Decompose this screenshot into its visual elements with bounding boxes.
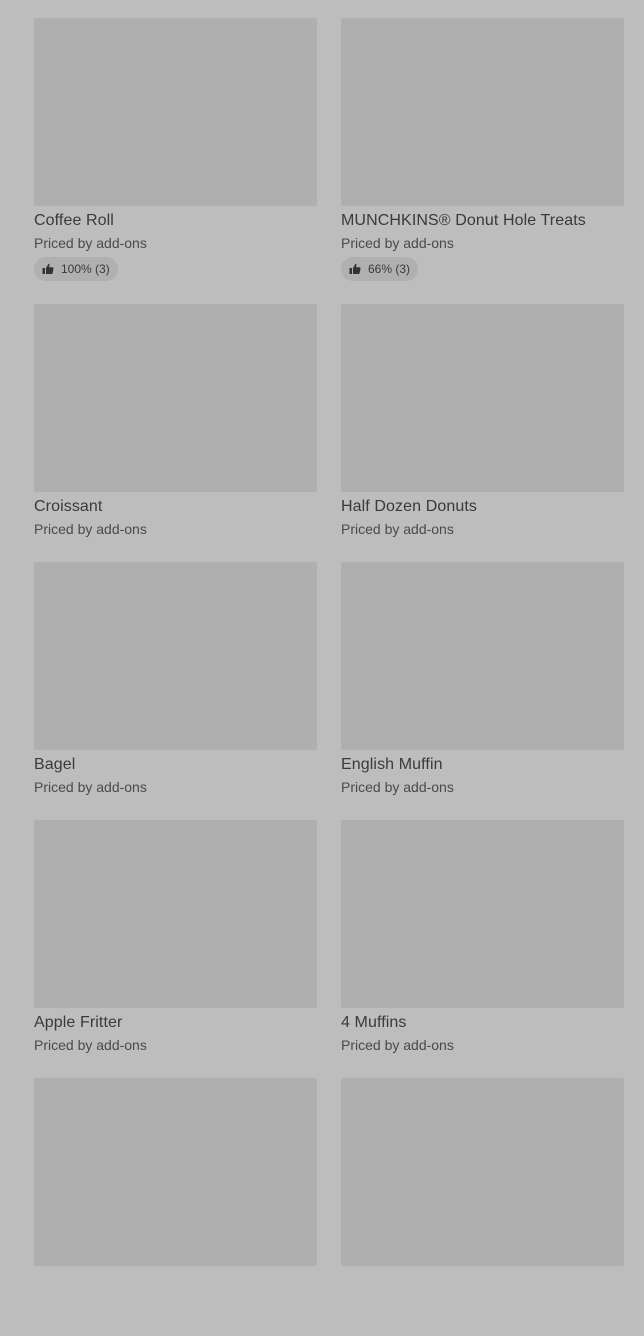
item-name: Apple Fritter bbox=[34, 1014, 123, 1031]
item-price: Priced by add-ons bbox=[34, 779, 147, 795]
item-name: English Muffin bbox=[341, 756, 443, 773]
item-image[interactable] bbox=[341, 820, 624, 1008]
rating-text: 66% (3) bbox=[368, 262, 411, 276]
item-name: Coffee Roll bbox=[34, 212, 114, 229]
item-name: Bagel bbox=[34, 756, 76, 773]
item-price: Priced by add-ons bbox=[34, 235, 147, 251]
item-image[interactable] bbox=[34, 820, 317, 1008]
menu-item-4-muffins[interactable]: 4 Muffins Priced by add-ons bbox=[341, 820, 624, 1078]
menu-item-munchkins[interactable]: MUNCHKINS® Donut Hole Treats Priced by a… bbox=[341, 18, 624, 304]
thumbs-up-icon bbox=[349, 263, 361, 274]
item-price: Priced by add-ons bbox=[34, 1037, 147, 1053]
item-price: Priced by add-ons bbox=[341, 521, 454, 537]
item-price: Priced by add-ons bbox=[341, 1037, 454, 1053]
menu-item-english-muffin[interactable]: English Muffin Priced by add-ons bbox=[341, 562, 624, 820]
item-name: Half Dozen Donuts bbox=[341, 498, 477, 515]
menu-item-bagel[interactable]: Bagel Priced by add-ons bbox=[34, 562, 317, 820]
menu-item-partial-right[interactable] bbox=[341, 1078, 624, 1336]
thumbs-up-icon bbox=[42, 263, 54, 274]
menu-item-apple-fritter[interactable]: Apple Fritter Priced by add-ons bbox=[34, 820, 317, 1078]
item-image[interactable] bbox=[341, 304, 624, 492]
item-price: Priced by add-ons bbox=[341, 235, 454, 251]
item-image[interactable] bbox=[34, 1078, 317, 1266]
item-image[interactable] bbox=[34, 562, 317, 750]
menu-item-croissant[interactable]: Croissant Priced by add-ons bbox=[34, 304, 317, 562]
item-image[interactable] bbox=[341, 18, 624, 206]
rating-badge: 66% (3) bbox=[341, 257, 419, 281]
item-price: Priced by add-ons bbox=[341, 779, 454, 795]
menu-item-grid: Coffee Roll Priced by add-ons 100% (3) M… bbox=[34, 18, 624, 1336]
rating-badge: 100% (3) bbox=[34, 257, 118, 281]
menu-item-half-dozen-donuts[interactable]: Half Dozen Donuts Priced by add-ons bbox=[341, 304, 624, 562]
menu-item-partial-left[interactable] bbox=[34, 1078, 317, 1336]
item-name: 4 Muffins bbox=[341, 1014, 407, 1031]
menu-item-coffee-roll[interactable]: Coffee Roll Priced by add-ons 100% (3) bbox=[34, 18, 317, 304]
item-image[interactable] bbox=[341, 562, 624, 750]
item-image[interactable] bbox=[341, 1078, 624, 1266]
item-price: Priced by add-ons bbox=[34, 521, 147, 537]
item-image[interactable] bbox=[34, 304, 317, 492]
rating-text: 100% (3) bbox=[61, 262, 110, 276]
item-name: Croissant bbox=[34, 498, 103, 515]
item-name: MUNCHKINS® Donut Hole Treats bbox=[341, 212, 586, 229]
item-image[interactable] bbox=[34, 18, 317, 206]
